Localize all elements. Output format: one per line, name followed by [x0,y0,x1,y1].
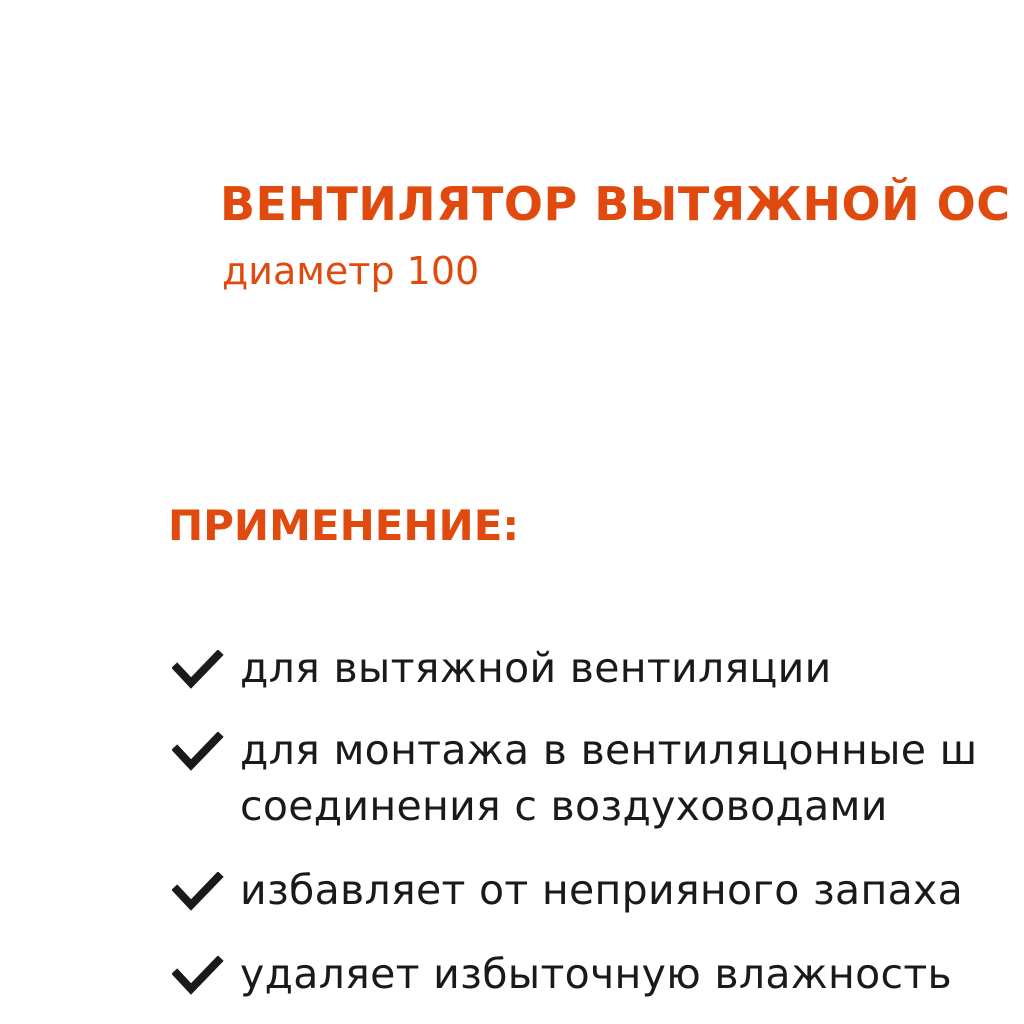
feature-text-line: для монтажа в вентиляцонные ш [240,726,978,774]
check-icon [172,732,224,771]
feature-text: для вытяжной вентиляции [240,644,832,692]
feature-text: удаляет избыточную влажность [240,950,952,998]
feature-text: для монтажа в вентиляцонные ш соединения… [240,722,977,834]
check-icon [172,956,224,995]
feature-text-line: соединения с воздуховодами [240,782,888,830]
section-heading-application: ПРИМЕНЕНИЕ: [168,501,520,550]
feature-text: избавляет от неприяного запаха [240,866,963,914]
product-title: ВЕНТИЛЯТОР ВЫТЯЖНОЙ ОС [220,177,1011,231]
check-icon [172,872,224,911]
check-icon [172,650,224,689]
product-page: ВЕНТИЛЯТОР ВЫТЯЖНОЙ ОС диаметр 100 ПРИМЕ… [0,0,1024,1024]
product-subtitle: диаметр 100 [222,249,480,293]
